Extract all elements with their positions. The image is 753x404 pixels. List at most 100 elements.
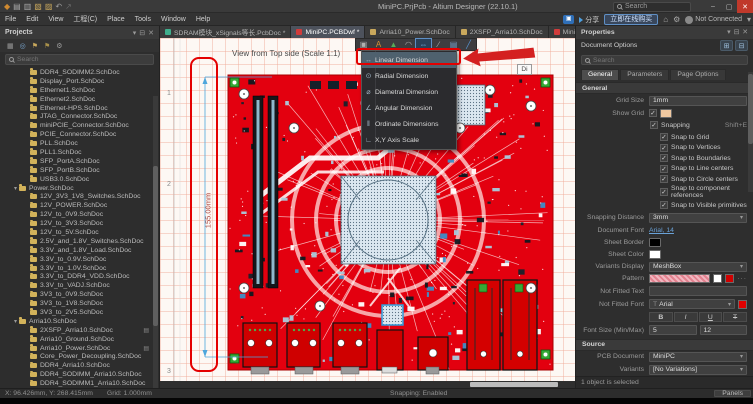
- snapping-distance-select[interactable]: 3mm▾: [649, 213, 747, 223]
- context-menu-item[interactable]: ↔ Linear Dimension: [362, 52, 456, 68]
- snap-option-checkbox[interactable]: ✓: [660, 175, 668, 183]
- share-button[interactable]: 分享: [579, 15, 599, 25]
- dimension-icon[interactable]: ⇔: [416, 39, 431, 50]
- panel-close-icon[interactable]: ✕: [742, 28, 748, 36]
- projects-search[interactable]: [5, 54, 154, 65]
- project-tree-item[interactable]: ▾ PCIE_Connector.SchDoc ▤: [0, 130, 159, 139]
- context-menu-item[interactable]: ⌀ Diametral Dimension: [362, 84, 456, 100]
- project-tree-item[interactable]: ▾ PLL1.SchDoc ▤: [0, 148, 159, 157]
- format-button[interactable]: T: [723, 312, 747, 322]
- account-menu-icon[interactable]: ▾: [747, 15, 751, 24]
- project-tree-item[interactable]: ▾ DDR4_Arria10.SchDoc ▤: [0, 361, 159, 370]
- maximize-button[interactable]: ▢: [721, 0, 737, 13]
- buy-online-button[interactable]: 立即在线购买: [604, 14, 658, 25]
- menu-item[interactable]: Help: [191, 16, 215, 23]
- snap-option-checkbox[interactable]: ✓: [660, 144, 668, 152]
- grid-color-swatch[interactable]: [660, 109, 672, 118]
- project-tree-item[interactable]: ▾ 3.3V_to_DDR4_VDD.SchDoc ▤: [0, 272, 159, 281]
- polygon-pour-icon[interactable]: ▲: [386, 39, 401, 50]
- section-source[interactable]: Source: [576, 339, 753, 351]
- section-general[interactable]: General: [576, 82, 753, 94]
- open-project-icon[interactable]: ▨: [45, 0, 53, 13]
- snap-option-row[interactable]: ✓ Snap to Boundaries: [660, 154, 747, 163]
- projects-scrollbar[interactable]: [153, 96, 158, 396]
- document-tab[interactable]: MiniPC_Drill.PCBDwf: [549, 26, 575, 38]
- snapping-checkbox[interactable]: ✓: [650, 121, 658, 129]
- connection-status[interactable]: Not Connected: [685, 16, 742, 24]
- snap-option-checkbox[interactable]: ✓: [660, 133, 668, 141]
- properties-search-input[interactable]: [593, 57, 744, 64]
- document-tab[interactable]: 2XSFP_Arria10.SchDoc: [456, 26, 549, 38]
- arc-icon[interactable]: ◠: [401, 39, 416, 50]
- project-tree-item[interactable]: ▾ DDR4_SODIMM1_Arria10.SchDoc ▤: [0, 379, 159, 388]
- close-button[interactable]: ✕: [737, 0, 753, 13]
- flag-icon[interactable]: ⚑: [32, 42, 38, 50]
- context-menu-item[interactable]: ∠ Angular Dimension: [362, 100, 456, 116]
- sync-icon[interactable]: ◎: [20, 42, 26, 50]
- menu-item[interactable]: Tools: [130, 16, 156, 23]
- menu-item[interactable]: File: [0, 16, 21, 23]
- undo-icon[interactable]: ↶: [55, 0, 62, 13]
- menu-item[interactable]: Window: [156, 16, 191, 23]
- flag2-icon[interactable]: ⚑: [44, 42, 50, 50]
- not-fitted-text-input[interactable]: [649, 286, 747, 296]
- canvas-hscrollbar[interactable]: [160, 381, 575, 388]
- snap-option-row[interactable]: ✓ Snap to component references: [660, 185, 747, 199]
- snap-option-checkbox[interactable]: ✓: [660, 201, 668, 209]
- document-tab[interactable]: MiniPC.PCBDwf *: [291, 26, 365, 38]
- selection-filter-icon[interactable]: ⊞: [720, 40, 733, 51]
- grid-size-input[interactable]: 1mm: [649, 96, 747, 106]
- settings-gear-icon[interactable]: ⚙: [673, 15, 680, 24]
- menu-item[interactable]: Edit: [21, 16, 43, 23]
- project-tree-item[interactable]: ▾ Power.SchDoc ▤: [0, 184, 159, 193]
- snap-option-checkbox[interactable]: ✓: [660, 165, 668, 173]
- project-tree-item[interactable]: ▾ 12V_to_3V3.SchDoc ▤: [0, 219, 159, 228]
- project-tree-item[interactable]: ▾ 3.3V_to_1.0V.SchDoc ▤: [0, 264, 159, 273]
- not-fitted-font-select[interactable]: TArial▾: [649, 299, 735, 309]
- project-tree-item[interactable]: ▾ 12V_3V3_1V8_Switches.SchDoc ▤: [0, 192, 159, 201]
- sheet-color-swatch[interactable]: [649, 250, 661, 259]
- properties-tab[interactable]: Parameters: [620, 69, 669, 80]
- snap-option-checkbox[interactable]: ✓: [660, 188, 668, 196]
- snap-option-row[interactable]: ✓ Snap to Grid: [660, 133, 747, 142]
- project-tree-item[interactable]: ▾ USB3.0.SchDoc ▤: [0, 175, 159, 184]
- project-tree-item[interactable]: ▾ SFP_PortB.SchDoc ▤: [0, 166, 159, 175]
- save-icon[interactable]: ▤: [13, 0, 21, 13]
- board-shape-icon[interactable]: ▣: [356, 39, 371, 50]
- project-tree-item[interactable]: ▾ Ethernet2.SchDoc ▤: [0, 95, 159, 104]
- project-tree-item[interactable]: ▾ Arria10.SchDoc ▤: [0, 317, 159, 326]
- home-icon[interactable]: ⌂: [663, 15, 668, 24]
- expand-arrow-icon[interactable]: ▾: [14, 318, 17, 325]
- font-size-max-input[interactable]: 12: [700, 325, 748, 335]
- panel-menu-icon[interactable]: ▾: [133, 29, 137, 37]
- font-size-min-input[interactable]: 5: [649, 325, 697, 335]
- not-fitted-color-swatch[interactable]: [738, 300, 747, 309]
- pcb-document-select[interactable]: MiniPC▾: [649, 352, 747, 362]
- global-search[interactable]: Search: [613, 2, 691, 12]
- snap-option-checkbox[interactable]: ✓: [660, 154, 668, 162]
- properties-search[interactable]: [581, 55, 748, 66]
- snap-option-row[interactable]: ✓ Snap to Circle centers: [660, 175, 747, 184]
- dimension-text[interactable]: 155.00mm: [204, 191, 213, 231]
- project-tree-item[interactable]: ▾ Arria10_Ground.SchDoc ▤: [0, 335, 159, 344]
- open-icon[interactable]: ▧: [34, 0, 42, 13]
- project-tree-item[interactable]: ▾ 2.5V_and_1.8V_Switches.SchDoc ▤: [0, 237, 159, 246]
- project-tree-item[interactable]: ▾ Core_Power_Decoupling.SchDoc ▤: [0, 353, 159, 362]
- menu-item[interactable]: 工程(C): [68, 16, 102, 23]
- project-tree-item[interactable]: ▾ Display_Port.SchDoc ▤: [0, 77, 159, 86]
- pin-icon[interactable]: ⊟: [139, 29, 145, 37]
- panel-close-icon[interactable]: ✕: [148, 29, 154, 37]
- project-tree-item[interactable]: ▾ PLL.SchDoc ▤: [0, 139, 159, 148]
- project-tree-item[interactable]: ▾ 3V3_to_1V8.SchDoc ▤: [0, 299, 159, 308]
- projects-search-input[interactable]: [17, 56, 150, 63]
- project-tree-item[interactable]: ▾ DDR4_SODIMM_Arria10.SchDoc ▤: [0, 370, 159, 379]
- project-tree-item[interactable]: ▾ 3.3V_and_1.8V_Load.SchDoc ▤: [0, 246, 159, 255]
- variants-display-select[interactable]: MeshBox▾: [649, 262, 747, 272]
- format-button[interactable]: U: [699, 312, 723, 322]
- panel-menu-icon[interactable]: ▾: [727, 28, 730, 36]
- project-tree-item[interactable]: ▾ miniPCIE_Connector.SchDoc ▤: [0, 121, 159, 130]
- format-button[interactable]: B: [649, 312, 673, 322]
- context-menu-item[interactable]: ∟ X,Y Axis Scale: [362, 132, 456, 148]
- table-icon[interactable]: ▤: [446, 39, 461, 50]
- document-tab[interactable]: SDRAM模块_xSignals等长.PcbDoc *: [160, 26, 291, 38]
